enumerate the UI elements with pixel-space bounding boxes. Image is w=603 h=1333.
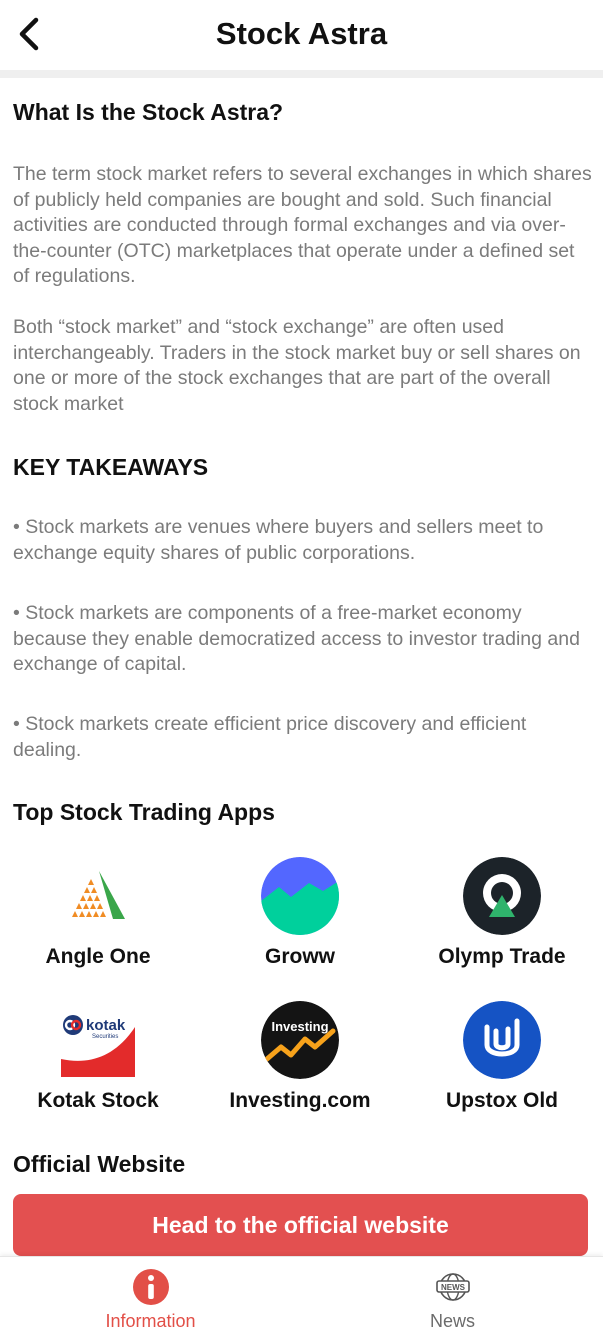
angel-one-logo (59, 857, 137, 935)
kotak-logo-text: kotak (86, 1017, 126, 1034)
app-name: Angle One (45, 945, 151, 968)
info-icon (131, 1267, 171, 1307)
app-upstox[interactable]: Upstox Old (407, 1001, 597, 1113)
tab-label: Information (105, 1311, 196, 1331)
app-name: Upstox Old (445, 1089, 558, 1112)
app-investing[interactable]: Investing Investing.com (205, 1001, 395, 1113)
news-icon: NEWS (433, 1267, 473, 1307)
bottom-navigation: Information NEWS News (0, 1256, 603, 1333)
app-groww[interactable]: Groww (205, 857, 395, 969)
takeaway-item: • Stock markets are components of a free… (13, 602, 580, 676)
official-heading: Official Website (13, 1151, 186, 1177)
tab-information[interactable]: Information (0, 1257, 301, 1333)
intro-paragraph-1: The term stock market refers to several … (13, 163, 592, 288)
upstox-logo (463, 1001, 541, 1079)
tab-label: News (429, 1311, 475, 1331)
app-name: Olymp Trade (438, 945, 566, 968)
app-name: Groww (264, 945, 335, 968)
page-title: Stock Astra (215, 16, 388, 51)
tab-news[interactable]: NEWS News (302, 1257, 603, 1333)
intro-paragraph-2: Both “stock market” and “stock exchange”… (13, 316, 581, 415)
investing-logo-text: Investing (271, 1019, 328, 1034)
takeaways-heading: KEY TAKEAWAYS (13, 454, 209, 480)
intro-heading: What Is the Stock Astra? (13, 99, 284, 125)
app-name: Investing.com (229, 1089, 371, 1112)
olymp-trade-logo (463, 857, 541, 935)
app-kotak-stock[interactable]: kotak Securities Kotak Stock (3, 1001, 193, 1113)
app-bar: Stock Astra (0, 0, 603, 72)
official-website-button[interactable]: Head to the official website (13, 1194, 588, 1256)
groww-logo (261, 857, 339, 935)
header-divider (0, 70, 603, 78)
kotak-logo-subtext: Securities (92, 1034, 118, 1040)
kotak-logo: kotak Securities (59, 1001, 137, 1079)
news-icon-text: NEWS (441, 1283, 466, 1292)
apps-heading: Top Stock Trading Apps (13, 799, 275, 825)
app-olymp-trade[interactable]: Olymp Trade (407, 857, 597, 969)
app-name: Kotak Stock (37, 1089, 159, 1112)
takeaway-item: • Stock markets create efficient price d… (13, 713, 527, 761)
takeaway-item: • Stock markets are venues where buyers … (13, 516, 544, 564)
investing-logo: Investing (261, 1001, 339, 1079)
app-angel-one[interactable]: Angle One (3, 857, 193, 969)
